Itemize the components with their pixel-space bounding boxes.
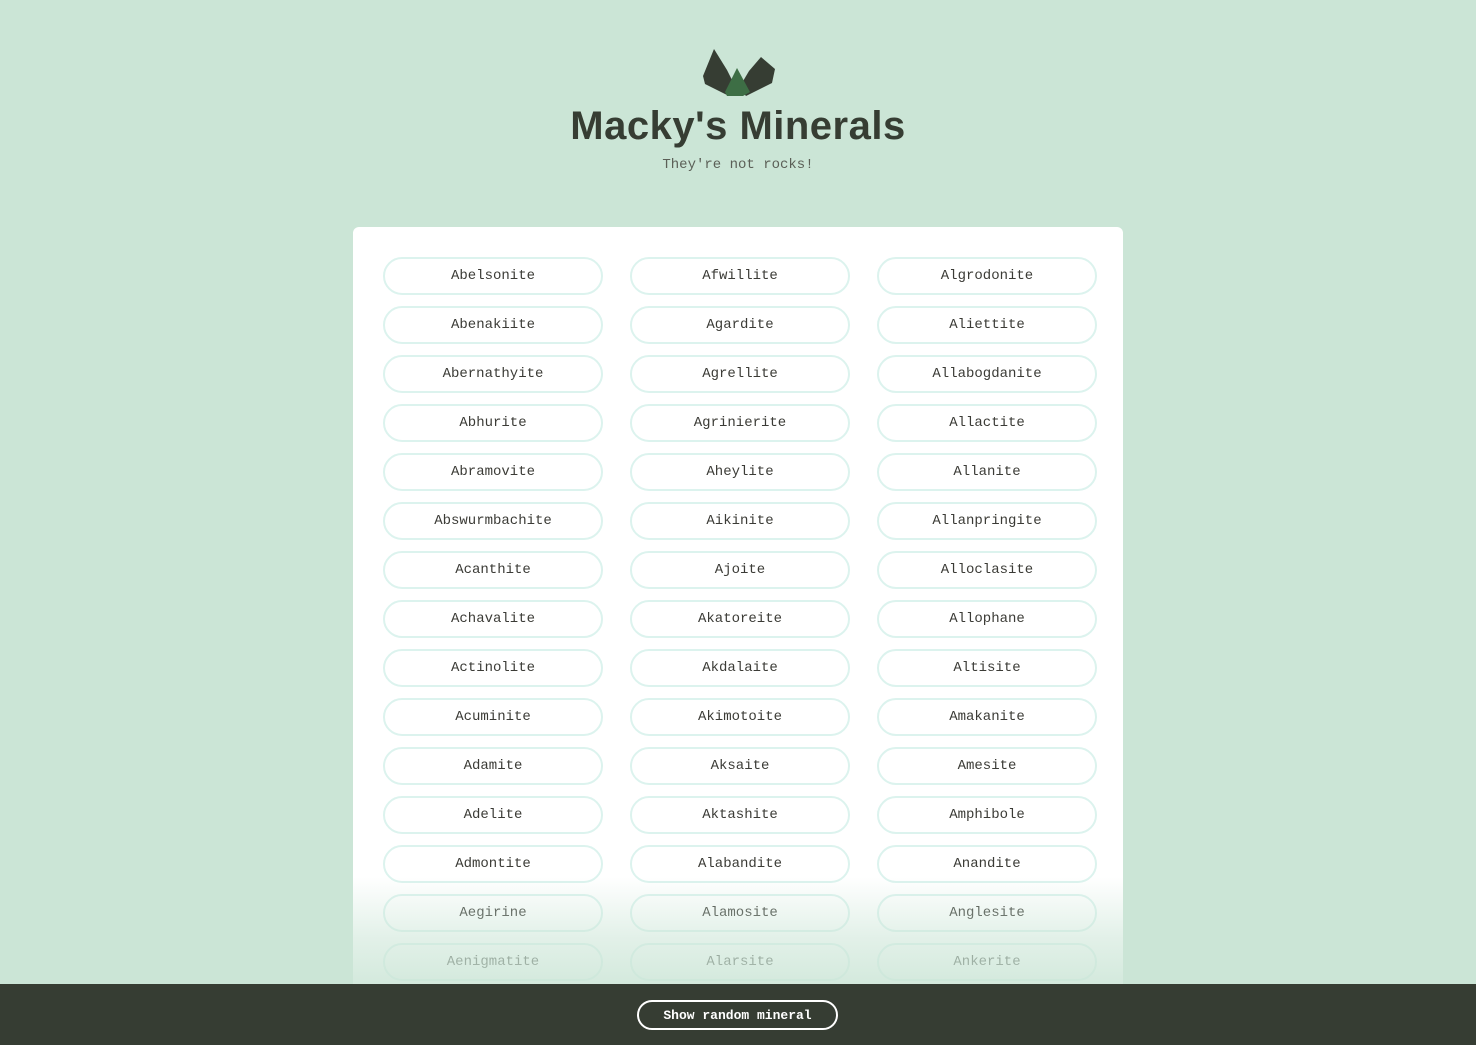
mineral-button[interactable]: Aenigmatite xyxy=(383,943,603,981)
mineral-button[interactable]: Ankerite xyxy=(877,943,1097,981)
mineral-button[interactable]: Abswurmbachite xyxy=(383,502,603,540)
mineral-button[interactable]: Allabogdanite xyxy=(877,355,1097,393)
crystals-logo-icon xyxy=(703,49,775,96)
mineral-button[interactable]: Allanpringite xyxy=(877,502,1097,540)
mineral-button[interactable]: Anglesite xyxy=(877,894,1097,932)
mineral-button[interactable]: Ajoite xyxy=(630,551,850,589)
mineral-button[interactable]: Agardite xyxy=(630,306,850,344)
mineral-button[interactable]: Abernathyite xyxy=(383,355,603,393)
mineral-button[interactable]: Achavalite xyxy=(383,600,603,638)
minerals-grid: Abelsonite Afwillite Algrodonite Abenakiite… xyxy=(383,257,1097,981)
mineral-button[interactable]: Abramovite xyxy=(383,453,603,491)
mineral-button[interactable]: Acanthite xyxy=(383,551,603,589)
mineral-button[interactable]: Adelite xyxy=(383,796,603,834)
mineral-button[interactable]: Acuminite xyxy=(383,698,603,736)
mineral-button[interactable]: Admontite xyxy=(383,845,603,883)
mineral-button[interactable]: Aikinite xyxy=(630,502,850,540)
show-random-mineral-button[interactable]: Show random mineral xyxy=(637,1000,838,1030)
mineral-button[interactable]: Aktashite xyxy=(630,796,850,834)
mineral-button[interactable]: Aheylite xyxy=(630,453,850,491)
mineral-button[interactable]: Akatoreite xyxy=(630,600,850,638)
mineral-button[interactable]: Altisite xyxy=(877,649,1097,687)
mineral-button[interactable]: Amesite xyxy=(877,747,1097,785)
mineral-button[interactable]: Agrellite xyxy=(630,355,850,393)
mineral-button[interactable]: Alabandite xyxy=(630,845,850,883)
mineral-button[interactable]: Anandite xyxy=(877,845,1097,883)
mineral-button[interactable]: Adamite xyxy=(383,747,603,785)
mineral-button[interactable]: Allactite xyxy=(877,404,1097,442)
mineral-button[interactable]: Aliettite xyxy=(877,306,1097,344)
mineral-button[interactable]: Algrodonite xyxy=(877,257,1097,295)
mineral-button[interactable]: Agrinierite xyxy=(630,404,850,442)
mineral-button[interactable]: Actinolite xyxy=(383,649,603,687)
mineral-button[interactable]: Alamosite xyxy=(630,894,850,932)
mineral-button[interactable]: Akdalaite xyxy=(630,649,850,687)
mineral-button[interactable]: Afwillite xyxy=(630,257,850,295)
page: Macky's Minerals They're not rocks! Abel… xyxy=(0,0,1476,1045)
tagline: They're not rocks! xyxy=(662,157,814,173)
mineral-button[interactable]: Aksaite xyxy=(630,747,850,785)
mineral-button[interactable]: Alloclasite xyxy=(877,551,1097,589)
mineral-button[interactable]: Aegirine xyxy=(383,894,603,932)
page-title: Macky's Minerals xyxy=(570,104,906,148)
mineral-button[interactable]: Akimotoite xyxy=(630,698,850,736)
mineral-button[interactable]: Amakanite xyxy=(877,698,1097,736)
mineral-button[interactable]: Allanite xyxy=(877,453,1097,491)
mineral-button[interactable]: Abenakiite xyxy=(383,306,603,344)
mineral-button[interactable]: Abelsonite xyxy=(383,257,603,295)
mineral-button[interactable]: Allophane xyxy=(877,600,1097,638)
mineral-button[interactable]: Amphibole xyxy=(877,796,1097,834)
footer-bar: Show random mineral xyxy=(0,984,1476,1045)
minerals-card: Abelsonite Afwillite Algrodonite Abenakiite… xyxy=(353,227,1123,987)
mineral-button[interactable]: Alarsite xyxy=(630,943,850,981)
mineral-button[interactable]: Abhurite xyxy=(383,404,603,442)
